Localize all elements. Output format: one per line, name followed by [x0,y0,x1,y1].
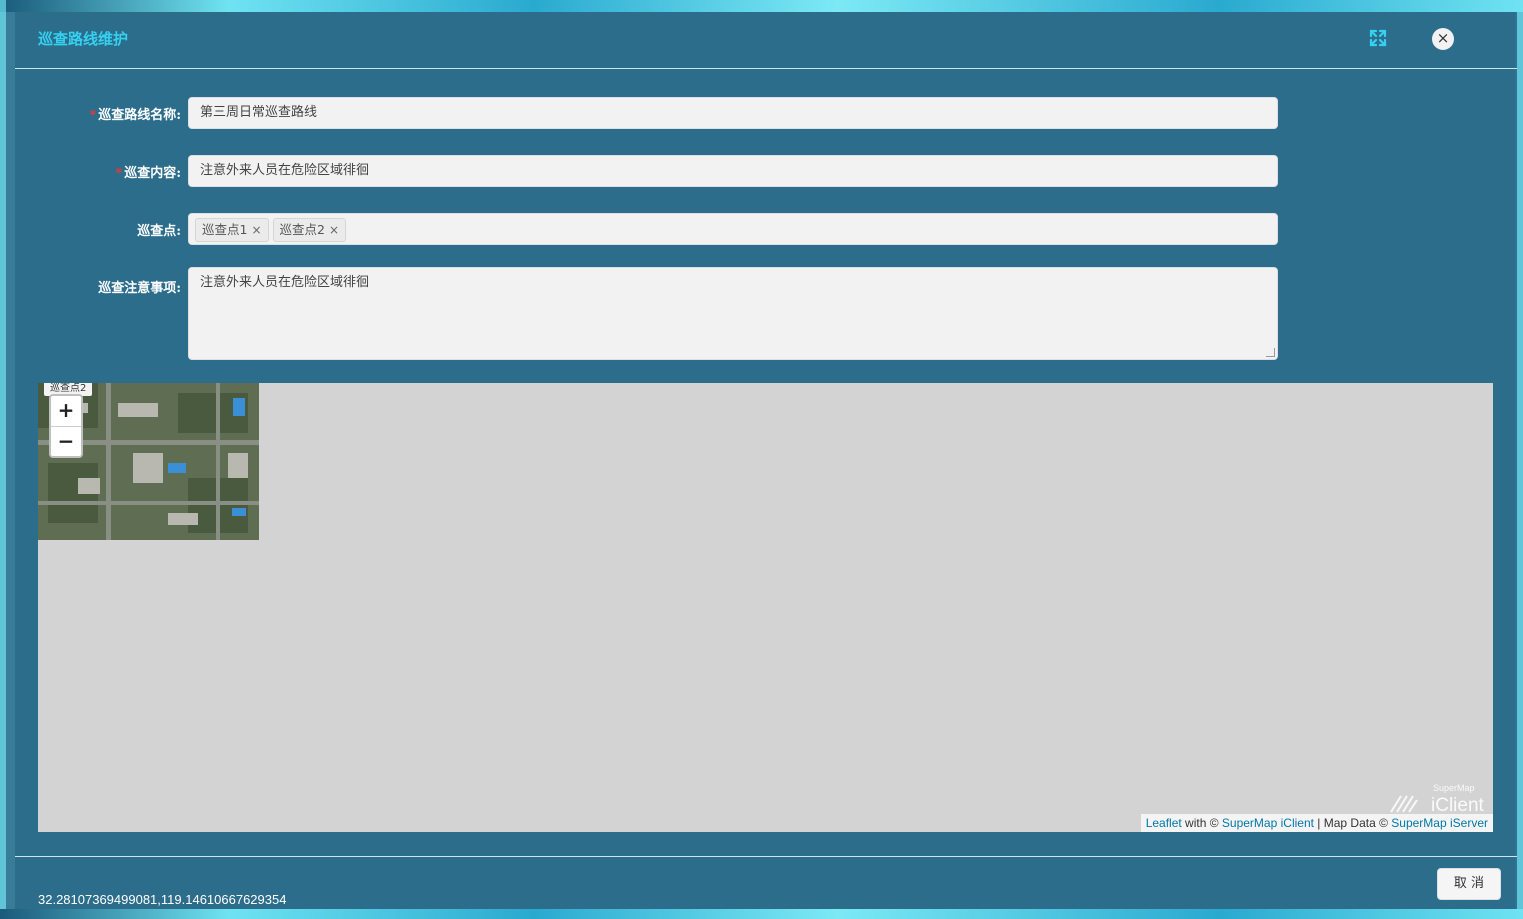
point-tag: 巡查点1 × [195,218,269,242]
frame-border-left [0,0,6,919]
required-asterisk: * [89,108,97,123]
cancel-button[interactable]: 取 消 [1437,868,1501,900]
tag-remove-icon[interactable]: × [329,223,339,237]
svg-text:iClient: iClient [1431,795,1485,814]
notes-text: 注意外来人员在危险区域徘徊 [200,275,370,290]
map-view[interactable]: 巡查点2 + − SuperMap iClient Leaflet with ©… [38,383,1493,832]
resize-handle-icon[interactable] [1266,348,1275,357]
zoom-in-button[interactable]: + [51,396,81,427]
zoom-out-button[interactable]: − [51,427,81,456]
close-icon[interactable]: × [1432,28,1454,50]
dialog-title: 巡查路线维护 [38,30,129,48]
frame-border-top [0,0,1523,12]
frame-border-bottom [0,909,1523,919]
tag-remove-icon[interactable]: × [251,223,261,237]
zoom-control: + − [49,394,83,458]
supermap-logo: SuperMap iClient [1387,782,1487,816]
fullscreen-icon[interactable] [1368,28,1388,48]
content-label: * 巡查内容: [115,166,181,181]
map-attribution: Leaflet with © SuperMap iClient | Map Da… [1140,814,1493,832]
content-input[interactable]: 注意外来人员在危险区域徘徊 [188,155,1278,187]
notes-label: 巡查注意事项: [98,281,181,296]
svg-text:SuperMap: SuperMap [1433,783,1475,793]
route-name-label: * 巡查路线名称: [89,108,181,123]
point-tag: 巡查点2 × [272,218,347,242]
required-asterisk: * [115,166,123,181]
coordinate-readout: 32.28107369499081,119.14610667629354 [38,892,287,907]
iserver-link[interactable]: SuperMap iServer [1391,816,1488,830]
iclient-link[interactable]: SuperMap iClient [1222,816,1314,830]
route-maintenance-dialog: 巡查路线维护 × * 巡查路线名称: 第三周日常巡查路线 * 巡查内容: 注意外来人… [15,12,1517,909]
route-name-input[interactable]: 第三周日常巡查路线 [188,97,1278,129]
points-label: 巡查点: [137,224,181,239]
dialog-footer: 32.28107369499081,119.14610667629354 取 消 [15,856,1517,910]
leaflet-link[interactable]: Leaflet [1146,816,1182,830]
notes-textarea[interactable]: 注意外来人员在危险区域徘徊 [188,267,1278,360]
dialog-header: 巡查路线维护 × [15,12,1517,69]
points-select[interactable]: 巡查点1 × 巡查点2 × [188,213,1278,245]
